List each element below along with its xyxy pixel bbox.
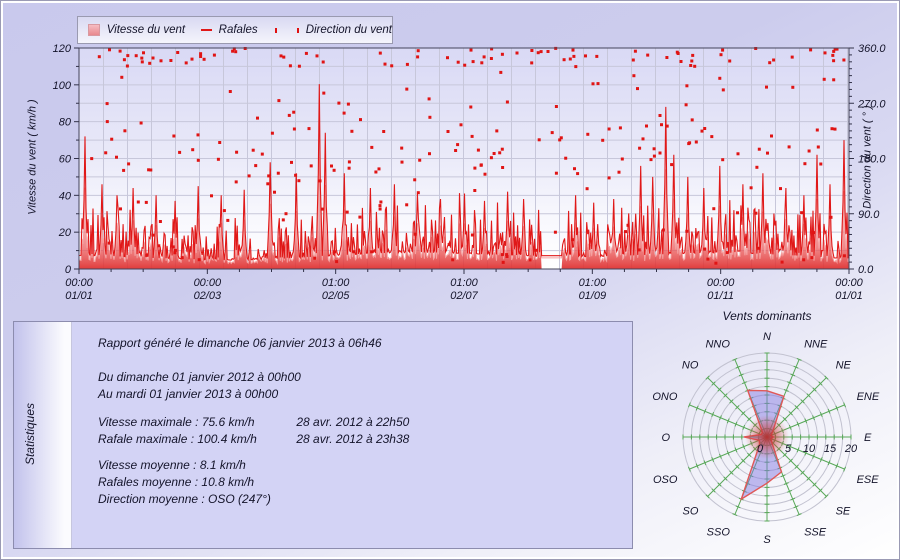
rose-direction-label: SSO	[707, 527, 731, 539]
legend-label-direction: Direction du vent	[306, 24, 392, 36]
x-tick-time: 00:00	[707, 277, 735, 289]
rose-direction-label: E	[864, 432, 872, 444]
avg-speed-line: Vitesse moyenne : 8.1 km/h	[98, 458, 246, 472]
left-axis-title: Vitesse du vent ( km/h )	[27, 47, 39, 268]
rose-direction-label: N	[763, 331, 771, 343]
rose-center-glow	[745, 415, 789, 459]
period-from-line: Du dimanche 01 janvier 2012 à 00h00	[98, 370, 301, 384]
svg-text:90.0: 90.0	[858, 209, 880, 221]
rose-direction-label: NO	[682, 359, 699, 371]
rose-direction-label: NNE	[804, 338, 828, 350]
rose-scale-label: 15	[824, 443, 837, 455]
rose-direction-label: NE	[836, 359, 852, 371]
rose-direction-label: SO	[682, 506, 698, 518]
svg-text:60: 60	[59, 154, 72, 166]
max-speed-line: Vitesse maximale : 75.6 km/h 28 avr. 201…	[98, 415, 409, 429]
rose-direction-label: O	[661, 432, 670, 444]
svg-text:20: 20	[58, 227, 72, 239]
wind-report-page: Vitesse du vent Rafales Direction du ven…	[0, 0, 900, 560]
max-gust-date: 28 avr. 2012 à 23h38	[296, 432, 409, 446]
rose-direction-label: NNO	[705, 338, 730, 350]
rose-direction-label: ESE	[857, 474, 880, 486]
x-tick-date: 01/11	[707, 290, 734, 302]
rose-direction-label: SSE	[804, 527, 827, 539]
max-gust-line: Rafale maximale : 100.4 km/h 28 avr. 201…	[98, 432, 409, 446]
max-speed-date: 28 avr. 2012 à 22h50	[296, 415, 409, 429]
max-speed-value: Vitesse maximale : 75.6 km/h	[98, 415, 293, 429]
wind-speed-swatch	[88, 24, 100, 36]
statistics-sidebar-label: Statistiques	[23, 339, 37, 529]
rose-direction-label: S	[763, 534, 771, 546]
x-tick-date: 01/01	[835, 290, 863, 302]
x-tick-date: 01/01	[65, 290, 93, 302]
statistics-content: Rapport généré le dimanche 06 janvier 20…	[72, 322, 632, 548]
svg-text:360.0: 360.0	[858, 43, 886, 55]
rose-scale-label: 10	[803, 443, 816, 455]
rose-direction-label: ENE	[857, 391, 880, 403]
x-tick-date: 02/03	[194, 290, 222, 302]
legend-label-vitesse: Vitesse du vent	[107, 24, 185, 36]
max-gust-value: Rafale maximale : 100.4 km/h	[98, 432, 293, 446]
avg-direction-line: Direction moyenne : OSO (247°)	[98, 492, 271, 506]
chart-legend: Vitesse du vent Rafales Direction du ven…	[77, 16, 393, 44]
direction-dot-icon	[297, 28, 299, 33]
statistics-sidebar: Statistiques	[14, 322, 72, 548]
x-tick-time: 00:00	[835, 277, 863, 289]
x-tick-time: 01:00	[322, 277, 350, 289]
direction-dot-icon	[275, 28, 277, 33]
rose-scale-label: 0	[757, 443, 764, 455]
x-tick-date: 02/07	[450, 290, 478, 302]
x-tick-time: 01:00	[579, 277, 607, 289]
svg-text:0: 0	[65, 264, 72, 276]
x-tick-date: 01/09	[579, 290, 607, 302]
svg-text:80: 80	[59, 117, 72, 129]
period-to-line: Au mardi 01 janvier 2013 à 00h00	[98, 387, 278, 401]
x-tick-time: 00:00	[194, 277, 222, 289]
wind-rose-title: Vents dominants	[661, 309, 873, 323]
svg-text:100: 100	[53, 80, 72, 92]
report-generated-line: Rapport généré le dimanche 06 janvier 20…	[98, 336, 382, 350]
svg-text:270.0: 270.0	[857, 98, 886, 110]
rose-direction-label: OSO	[653, 474, 678, 486]
avg-gust-line: Rafales moyenne : 10.8 km/h	[98, 475, 254, 489]
rose-direction-label: SE	[836, 506, 851, 518]
svg-text:120: 120	[53, 43, 72, 55]
x-tick-time: 01:00	[450, 277, 478, 289]
x-tick-time: 00:00	[65, 277, 93, 289]
wind-rose-plot: N NNE NE ENE E ESE SE SSE S SSO SO OSO O ONO NO NNO 0 5 10…	[641, 327, 897, 559]
rose-scale-label: 20	[844, 443, 858, 455]
wind-time-series-plot: 0 20 40 60 80 100 120 0.0 90.0 180.0 270.0 360.0 00:…	[41, 41, 896, 303]
rose-scale-label: 5	[785, 443, 792, 455]
x-tick-date: 02/05	[322, 290, 350, 302]
statistics-panel: Statistiques Rapport généré le dimanche …	[13, 321, 633, 549]
svg-text:180.0: 180.0	[858, 154, 886, 166]
svg-text:40: 40	[59, 190, 72, 202]
legend-label-rafales: Rafales	[219, 24, 258, 36]
rose-direction-label: ONO	[652, 391, 678, 403]
svg-text:0.0: 0.0	[858, 264, 874, 276]
gusts-line-sample	[201, 29, 212, 31]
